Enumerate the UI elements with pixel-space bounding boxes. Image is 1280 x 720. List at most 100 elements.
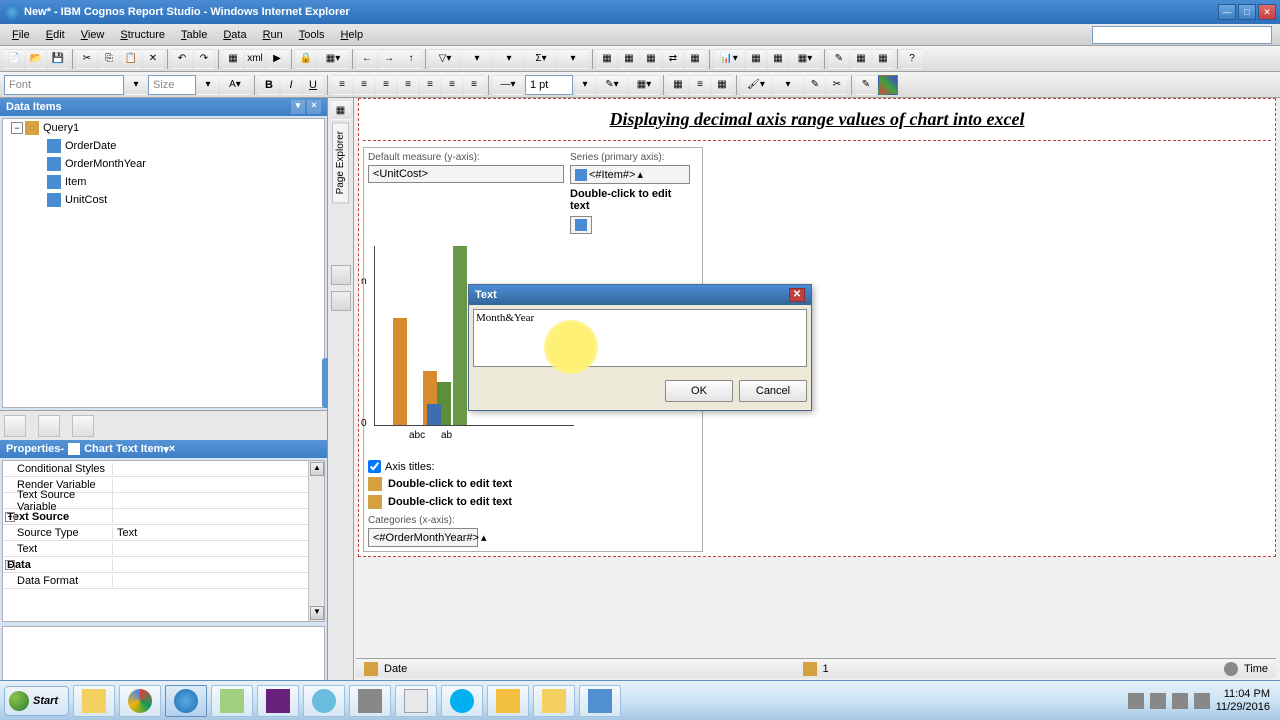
swap-button[interactable]: ⇄: [663, 49, 683, 69]
run-button[interactable]: ▶: [267, 49, 287, 69]
page-dropdown[interactable]: ▦▾: [318, 49, 348, 69]
prop-row[interactable]: Source TypeText: [3, 525, 324, 541]
menu-file[interactable]: File: [4, 27, 38, 43]
pane-dropdown-icon[interactable]: ▾: [291, 100, 305, 114]
expander-icon[interactable]: −: [5, 512, 15, 522]
tree-item[interactable]: UnitCost: [3, 191, 324, 209]
tray-volume-icon[interactable]: [1194, 693, 1210, 709]
align-bottom-button[interactable]: ≡: [442, 75, 462, 95]
filter-dropdown[interactable]: ▽▾: [430, 49, 460, 69]
save-button[interactable]: 💾: [48, 49, 68, 69]
style-dropdown[interactable]: ▾: [773, 75, 803, 95]
palette-button[interactable]: [878, 75, 898, 95]
tray-network-icon[interactable]: [1172, 693, 1188, 709]
properties-scrollbar[interactable]: ▲ ▼: [308, 461, 324, 621]
task-sql[interactable]: [487, 685, 529, 717]
axis-titles-checkbox[interactable]: [368, 460, 381, 473]
condition-explorer-icon[interactable]: [331, 291, 351, 311]
query-explorer-icon[interactable]: [331, 265, 351, 285]
tray-icon[interactable]: [1128, 693, 1144, 709]
nav-back-button[interactable]: ←: [357, 49, 377, 69]
insert-crosstab-button[interactable]: ▦: [768, 49, 788, 69]
prop-row[interactable]: Text Source Variable: [3, 493, 324, 509]
insert-table-dropdown[interactable]: ▦▾: [790, 49, 820, 69]
xml-button[interactable]: xml: [245, 49, 265, 69]
menu-structure[interactable]: Structure: [112, 27, 173, 43]
menu-edit[interactable]: Edit: [38, 27, 73, 43]
prop-row[interactable]: Conditional Styles: [3, 461, 324, 477]
task-magnifier[interactable]: [303, 685, 345, 717]
prop-group[interactable]: −Text Source: [3, 509, 324, 525]
suppress-dropdown[interactable]: ▾: [462, 49, 492, 69]
axis-title-hint[interactable]: Double-click to edit text: [388, 478, 512, 490]
dialog-close-button[interactable]: ✕: [789, 288, 805, 302]
series-edit-hint[interactable]: Double-click to edit text: [570, 188, 690, 212]
menu-data[interactable]: Data: [215, 27, 254, 43]
task-ie[interactable]: [165, 685, 207, 717]
cond-button[interactable]: ▦: [851, 49, 871, 69]
pickup-style-button[interactable]: ✂: [827, 75, 847, 95]
redo-button[interactable]: ↷: [194, 49, 214, 69]
section-button[interactable]: ▦: [597, 49, 617, 69]
source-tab-icon[interactable]: [4, 415, 26, 437]
tray-icon[interactable]: [1150, 693, 1166, 709]
scroll-down-icon[interactable]: ▼: [310, 606, 324, 620]
system-tray[interactable]: 11:04 PM 11/29/2016: [1128, 688, 1276, 714]
task-skype[interactable]: [441, 685, 483, 717]
apply-style-button[interactable]: ✎: [805, 75, 825, 95]
align-left-button[interactable]: ≡: [332, 75, 352, 95]
nav-forward-button[interactable]: →: [379, 49, 399, 69]
expander-icon[interactable]: −: [11, 122, 23, 134]
delete-button[interactable]: ✕: [143, 49, 163, 69]
start-button[interactable]: Start: [4, 686, 69, 716]
size-combo[interactable]: Size: [148, 75, 196, 95]
italic-button[interactable]: I: [281, 75, 301, 95]
properties-grid[interactable]: Conditional Styles Render Variable Text …: [2, 460, 325, 622]
align-top-button[interactable]: ≡: [398, 75, 418, 95]
drill-button[interactable]: ▦: [873, 49, 893, 69]
menu-search-input[interactable]: [1092, 26, 1272, 44]
open-button[interactable]: 📂: [26, 49, 46, 69]
scroll-up-icon[interactable]: ▲: [310, 462, 324, 476]
categories-dropzone[interactable]: <#OrderMonthYear#>▴: [368, 528, 478, 547]
task-notepad[interactable]: [211, 685, 253, 717]
underline-button[interactable]: U: [303, 75, 323, 95]
undo-button[interactable]: ↶: [172, 49, 192, 69]
bold-button[interactable]: B: [259, 75, 279, 95]
line-weight-combo[interactable]: 1 pt: [525, 75, 573, 95]
report-title[interactable]: Displaying decimal axis range values of …: [363, 103, 1271, 140]
measure-dropzone[interactable]: <UnitCost>: [368, 165, 564, 183]
axis-title-row[interactable]: Double-click to edit text: [368, 477, 698, 491]
prop-group[interactable]: −Data: [3, 557, 324, 573]
menu-run[interactable]: Run: [255, 27, 291, 43]
align-default-button[interactable]: ≡: [464, 75, 484, 95]
size-dropdown-icon[interactable]: ▾: [198, 75, 218, 95]
font-color-dropdown[interactable]: A▾: [220, 75, 250, 95]
cancel-button[interactable]: Cancel: [739, 380, 807, 402]
toolbox-tab-icon[interactable]: [72, 415, 94, 437]
ok-button[interactable]: OK: [665, 380, 733, 402]
insert-list-button[interactable]: ▦: [746, 49, 766, 69]
task-explorer[interactable]: [73, 685, 115, 717]
task-app[interactable]: [349, 685, 391, 717]
headers-button[interactable]: ▦: [685, 49, 705, 69]
menu-help[interactable]: Help: [332, 27, 371, 43]
summarize-dropdown[interactable]: Σ▾: [526, 49, 556, 69]
dialog-text-input[interactable]: [473, 309, 807, 367]
align-right-button[interactable]: ≡: [376, 75, 396, 95]
border-color-dropdown[interactable]: ✎▾: [597, 75, 627, 95]
task-rdp[interactable]: [579, 685, 621, 717]
series-dropzone[interactable]: <#Item#>▴: [570, 165, 690, 184]
bullets-button[interactable]: ≡: [690, 75, 710, 95]
expander-icon[interactable]: −: [5, 560, 15, 570]
task-document[interactable]: [395, 685, 437, 717]
group-button[interactable]: ▦: [619, 49, 639, 69]
tray-clock[interactable]: 11:04 PM 11/29/2016: [1216, 688, 1270, 714]
maximize-button[interactable]: □: [1238, 4, 1256, 20]
new-button[interactable]: 📄: [4, 49, 24, 69]
task-folder[interactable]: [533, 685, 575, 717]
copy-button[interactable]: ⎘: [99, 49, 119, 69]
bg-color-dropdown[interactable]: 🖌▾: [741, 75, 771, 95]
prop-row[interactable]: Text: [3, 541, 324, 557]
calc-dropdown[interactable]: ▾: [558, 49, 588, 69]
